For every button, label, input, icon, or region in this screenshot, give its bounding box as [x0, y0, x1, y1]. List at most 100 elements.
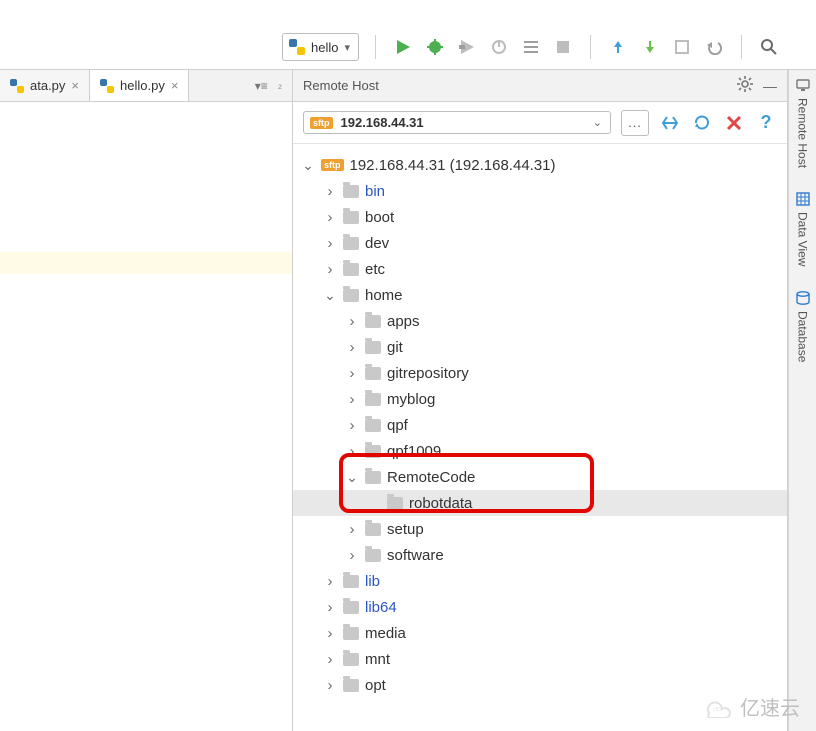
more-button[interactable]: ... [621, 110, 649, 136]
chevron-right-icon[interactable]: › [345, 521, 359, 538]
tree-node-software[interactable]: › software [293, 542, 787, 568]
tree-node-qpf1009[interactable]: ›qpf1009 [293, 438, 787, 464]
tree-node-opt[interactable]: › opt [293, 672, 787, 698]
chevron-down-icon: ⌄ [593, 116, 602, 129]
concurrent-button[interactable] [520, 36, 542, 58]
tree-node-192-168-44-31-192-168-44-31-[interactable]: ⌄sftp192.168.44.31 (192.168.44.31) [293, 152, 787, 178]
tree-node-etc[interactable]: ›etc [293, 256, 787, 282]
vcs-commit-button[interactable] [639, 36, 661, 58]
chevron-right-icon[interactable]: › [323, 599, 337, 616]
tree-node-label: robotdata [409, 495, 472, 512]
tree-node-mnt[interactable]: › mnt [293, 646, 787, 672]
tab-menu-icon[interactable]: ₂ [278, 79, 282, 93]
folder-icon [343, 211, 359, 224]
chevron-right-icon[interactable]: › [323, 625, 337, 642]
run-config-selector[interactable]: hello ▾ [282, 33, 359, 61]
vcs-update-button[interactable] [607, 36, 629, 58]
tree-node-label: media [365, 625, 406, 642]
help-icon[interactable]: ? [755, 112, 777, 134]
gear-icon[interactable] [737, 76, 753, 95]
side-label: Remote Host [796, 98, 810, 168]
chevron-right-icon[interactable]: › [323, 235, 337, 252]
chevron-right-icon[interactable]: › [345, 417, 359, 434]
tree-node-label: opt [365, 677, 386, 694]
folder-icon [365, 523, 381, 536]
tree-node-label: dev [365, 235, 389, 252]
tree-node-lib[interactable]: › lib [293, 568, 787, 594]
editor-body[interactable] [0, 102, 292, 731]
chevron-right-icon[interactable]: › [345, 313, 359, 330]
search-button[interactable] [758, 36, 780, 58]
refresh-icon[interactable] [691, 112, 713, 134]
run-config-label: hello [311, 40, 338, 55]
tree-node-apps[interactable]: ›apps [293, 308, 787, 334]
tree-node-home[interactable]: ⌄home [293, 282, 787, 308]
chevron-down-icon[interactable]: ⌄ [345, 469, 359, 486]
vcs-history-button[interactable] [671, 36, 693, 58]
debug-button[interactable] [424, 36, 446, 58]
main-toolbar: hello ▾ [0, 0, 816, 70]
tree-node-qpf[interactable]: ›qpf [293, 412, 787, 438]
delete-icon[interactable] [723, 112, 745, 134]
python-icon [289, 39, 305, 55]
tree-node-setup[interactable]: ›setup [293, 516, 787, 542]
side-remote-host[interactable]: Remote Host [796, 78, 810, 168]
close-icon[interactable]: × [71, 78, 79, 93]
folder-icon [365, 341, 381, 354]
chevron-right-icon[interactable]: › [345, 443, 359, 460]
side-data-view[interactable]: Data View [796, 192, 810, 266]
tree-node-label: software [387, 547, 444, 564]
tree-node-robotdata[interactable]: robotdata [293, 490, 787, 516]
python-file-icon [10, 79, 24, 93]
tree-node-lib64[interactable]: ›lib64 [293, 594, 787, 620]
profile-button[interactable] [488, 36, 510, 58]
chevron-down-icon[interactable]: ⌄ [301, 157, 315, 174]
chevron-down-icon: ▾ [344, 41, 350, 54]
folder-icon [365, 471, 381, 484]
tree-node-gitrepository[interactable]: ›gitrepository [293, 360, 787, 386]
host-selected-label: 192.168.44.31 [341, 115, 424, 130]
tree-node-media[interactable]: › media [293, 620, 787, 646]
folder-icon [343, 263, 359, 276]
undo-button[interactable] [703, 36, 725, 58]
diff-icon[interactable] [659, 112, 681, 134]
remote-host-header: Remote Host — [293, 70, 787, 102]
chevron-right-icon[interactable]: › [345, 339, 359, 356]
tab-ata[interactable]: ata.py × [0, 70, 90, 101]
remote-tree[interactable]: ⌄sftp192.168.44.31 (192.168.44.31)›bin›b… [293, 144, 787, 731]
tree-node-myblog[interactable]: ›myblog [293, 386, 787, 412]
stop-button[interactable] [552, 36, 574, 58]
host-selector[interactable]: sftp 192.168.44.31 ⌄ [303, 111, 611, 134]
chevron-right-icon[interactable]: › [323, 677, 337, 694]
tree-node-dev[interactable]: › dev [293, 230, 787, 256]
tree-node-label: boot [365, 209, 394, 226]
side-label: Data View [796, 212, 810, 266]
chevron-down-icon[interactable]: ⌄ [323, 287, 337, 304]
chevron-right-icon[interactable]: › [323, 261, 337, 278]
coverage-button[interactable] [456, 36, 478, 58]
chevron-right-icon[interactable]: › [345, 391, 359, 408]
tree-node-boot[interactable]: › boot [293, 204, 787, 230]
tree-node-remotecode[interactable]: ⌄RemoteCode [293, 464, 787, 490]
tree-node-bin[interactable]: ›bin [293, 178, 787, 204]
chevron-right-icon[interactable]: › [345, 547, 359, 564]
breadcrumbs-toggle-icon[interactable]: ▾≡ [255, 79, 268, 93]
tab-label: ata.py [30, 78, 65, 93]
hide-panel-icon[interactable]: — [763, 78, 777, 94]
tree-node-label: mnt [365, 651, 390, 668]
side-database[interactable]: Database [796, 291, 810, 362]
folder-icon [343, 679, 359, 692]
remote-host-panel: Remote Host — sftp 192.168.44.31 ⌄ ... [293, 70, 788, 731]
tree-node-git[interactable]: ›git [293, 334, 787, 360]
sftp-badge-icon: sftp [321, 159, 344, 171]
chevron-right-icon[interactable]: › [323, 573, 337, 590]
tree-node-label: lib [365, 573, 380, 590]
editor-column: ata.py × hello.py × ▾≡ ₂ [0, 70, 293, 731]
close-icon[interactable]: × [171, 78, 179, 93]
chevron-right-icon[interactable]: › [345, 365, 359, 382]
chevron-right-icon[interactable]: › [323, 183, 337, 200]
tab-hello[interactable]: hello.py × [90, 70, 189, 101]
run-button[interactable] [392, 36, 414, 58]
chevron-right-icon[interactable]: › [323, 209, 337, 226]
chevron-right-icon[interactable]: › [323, 651, 337, 668]
